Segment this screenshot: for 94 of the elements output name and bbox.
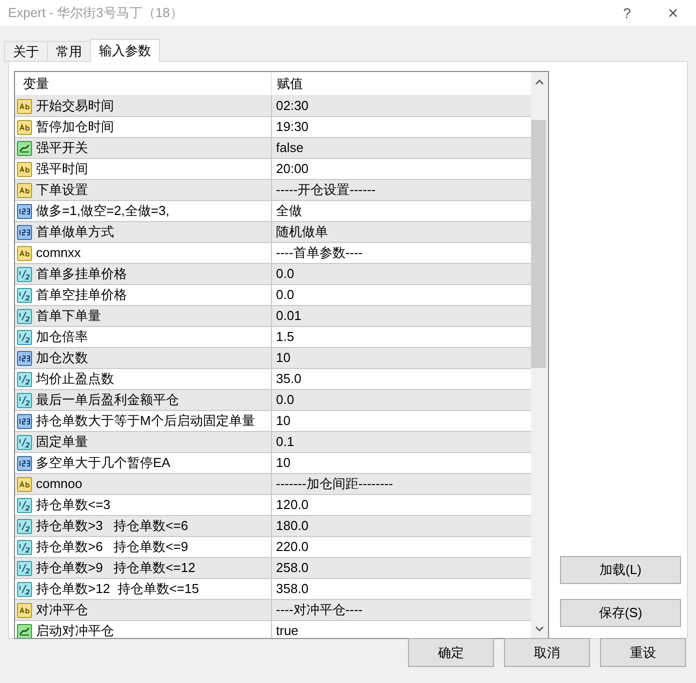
parameter-value[interactable]: 1.5	[276, 327, 294, 347]
parameter-name: comnxx	[36, 244, 81, 262]
parameter-name: comnoo	[36, 475, 82, 494]
int-type-icon	[17, 456, 32, 470]
close-button[interactable]: ×	[650, 0, 696, 26]
string-type-icon	[17, 162, 32, 176]
parameter-name: 持仓单数>9 持仓单数<=12	[36, 559, 196, 578]
double-type-icon	[17, 288, 32, 302]
parameter-value[interactable]: 258.0	[276, 558, 309, 578]
parameter-value[interactable]: 10	[276, 453, 290, 473]
parameter-name: 首单做单方式	[36, 223, 114, 242]
parameter-name: 启动对冲平仓	[36, 622, 114, 638]
string-type-icon	[17, 120, 32, 134]
dialog-button[interactable]: 重设	[600, 638, 686, 667]
parameter-value[interactable]: 358.0	[276, 579, 309, 599]
double-type-icon	[17, 540, 32, 554]
side-button[interactable]: 保存(S)	[560, 599, 681, 627]
parameter-value[interactable]: false	[276, 138, 304, 158]
parameter-name: 持仓单数大于等于M个后启动固定单量	[36, 412, 255, 430]
column-header[interactable]: 赋值	[272, 72, 531, 95]
parameter-name: 首单空挂单价格	[36, 286, 127, 304]
parameter-value[interactable]: 35.0	[276, 369, 302, 389]
window-title: Expert - 华尔街3号马丁（18）	[8, 4, 183, 22]
parameter-value[interactable]: -------加仓间距--------	[276, 474, 393, 494]
parameter-value[interactable]: 220.0	[276, 537, 309, 557]
parameter-name: 开始交易时间	[36, 97, 114, 116]
parameter-value[interactable]: 0.0	[276, 390, 294, 410]
parameter-name: 固定单量	[36, 433, 88, 452]
parameter-value[interactable]: 10	[276, 411, 290, 431]
parameter-name: 暂停加仓时间	[36, 118, 114, 136]
int-type-icon	[17, 204, 32, 218]
parameter-value[interactable]: -----开仓设置------	[276, 180, 376, 200]
parameter-value[interactable]: true	[276, 621, 298, 638]
help-button[interactable]: ?	[604, 0, 650, 26]
parameter-value[interactable]: 全做	[276, 201, 302, 221]
string-type-icon	[17, 246, 32, 260]
parameter-value[interactable]: 0.0	[276, 285, 294, 305]
int-type-icon	[17, 224, 32, 240]
double-type-icon	[17, 392, 32, 408]
parameter-name: 首单下单量	[36, 307, 101, 326]
parameter-name: 持仓单数<=3	[36, 496, 110, 514]
parameter-value[interactable]: 0.01	[276, 306, 302, 326]
column-header[interactable]: 变量	[15, 72, 272, 95]
dialog-button[interactable]: 确定	[408, 638, 494, 667]
scrollbar-thumb[interactable]	[531, 120, 546, 368]
string-type-icon	[17, 476, 32, 492]
parameter-value[interactable]: 0.0	[276, 264, 294, 284]
double-type-icon	[17, 560, 32, 576]
parameter-name: 持仓单数>6 持仓单数<=9	[36, 538, 188, 556]
double-type-icon	[17, 308, 32, 324]
parameter-value[interactable]: 20:00	[276, 159, 309, 179]
double-type-icon	[17, 518, 32, 534]
int-type-icon	[17, 350, 32, 366]
string-type-icon	[17, 182, 32, 198]
double-type-icon	[17, 434, 32, 450]
parameter-name: 加仓倍率	[36, 328, 88, 346]
scroll-down-icon[interactable]	[535, 626, 544, 632]
bool-type-icon	[17, 624, 32, 638]
double-type-icon	[17, 330, 32, 344]
string-type-icon	[17, 98, 32, 114]
parameter-name: 均价止盈点数	[36, 370, 114, 388]
parameter-name: 多空单大于几个暂停EA	[36, 454, 170, 472]
bool-type-icon	[17, 140, 32, 156]
parameter-value[interactable]: 19:30	[276, 117, 309, 137]
parameter-name: 加仓次数	[36, 349, 88, 368]
parameter-value[interactable]: ----首单参数----	[276, 243, 363, 263]
int-type-icon	[17, 414, 32, 428]
double-type-icon	[17, 582, 32, 596]
parameter-name: 持仓单数>3 持仓单数<=6	[36, 517, 188, 536]
parameter-value[interactable]: 10	[276, 348, 290, 368]
parameter-name: 对冲平仓	[36, 601, 88, 620]
double-type-icon	[17, 372, 32, 386]
tab[interactable]: 关于	[4, 41, 48, 62]
side-button[interactable]: 加载(L)	[560, 556, 681, 584]
parameter-name: 强平时间	[36, 160, 88, 178]
string-type-icon	[17, 602, 32, 618]
parameter-value[interactable]: ----对冲平仓----	[276, 600, 363, 620]
parameter-name: 下单设置	[36, 181, 88, 200]
tab[interactable]: 输入参数	[90, 39, 160, 63]
parameter-value[interactable]: 0.1	[276, 432, 294, 452]
scrollbar[interactable]	[531, 72, 548, 638]
dialog-button[interactable]: 取消	[504, 638, 590, 667]
double-type-icon	[17, 498, 32, 512]
scroll-up-icon[interactable]	[535, 79, 544, 85]
parameter-name: 做多=1,做空=2,全做=3,	[36, 202, 170, 220]
parameter-name: 强平开关	[36, 139, 88, 158]
parameter-name: 持仓单数>12 持仓单数<=15	[36, 580, 199, 598]
parameter-value[interactable]: 02:30	[276, 96, 309, 116]
parameter-value[interactable]: 随机做单	[276, 222, 328, 242]
parameter-name: 首单多挂单价格	[36, 265, 127, 284]
parameter-value[interactable]: 120.0	[276, 495, 309, 515]
parameter-value[interactable]: 180.0	[276, 516, 309, 536]
parameter-name: 最后一单后盈利金额平仓	[36, 391, 179, 410]
double-type-icon	[17, 266, 32, 282]
